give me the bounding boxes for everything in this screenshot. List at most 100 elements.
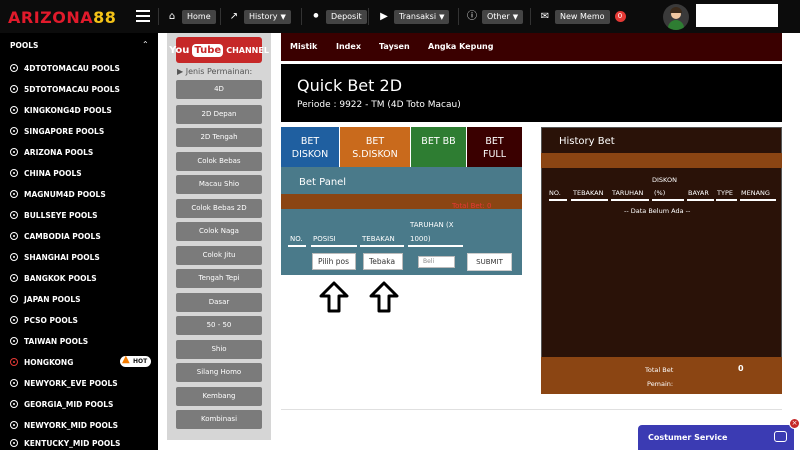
posisi-select[interactable]: Pilih pos [312, 253, 356, 270]
sidebar-header[interactable]: POOLS [10, 41, 38, 50]
subnav-index[interactable]: Index [336, 42, 361, 51]
nav-divider [368, 8, 369, 25]
tebakan-input[interactable]: Tebaka [363, 253, 403, 270]
sidebar-item-japan[interactable]: JAPAN POOLS [10, 292, 81, 306]
history-col-menang: MENANG [741, 189, 770, 197]
sidebar-item-bullseye[interactable]: BULLSEYE POOLS [10, 208, 97, 222]
history-title: History Bet [559, 136, 615, 147]
nav-history[interactable]: ↗ History ▼ [229, 9, 291, 24]
nav-other[interactable]: ⓘ Other ▼ [467, 9, 524, 24]
target-icon [10, 274, 18, 282]
sidebar-item-cambodia[interactable]: CAMBODIA POOLS [10, 229, 101, 243]
sidebar-item-newyork-mid[interactable]: NEWYORK_MID POOLS [10, 418, 118, 432]
game-button-colok-bebas-2d[interactable]: Colok Bebas 2D [176, 199, 262, 218]
sidebar-item-magnum4d[interactable]: MAGNUM4D POOLS [10, 187, 106, 201]
chat-icon[interactable] [774, 431, 787, 442]
nav-transaksi[interactable]: ▶ Transaksi ▼ [379, 9, 450, 24]
col-taruhan: TARUHAN (X [410, 221, 454, 229]
game-button-colok-jitu[interactable]: Colok Jitu [176, 246, 262, 265]
user-avatar[interactable] [663, 4, 689, 30]
subnav-taysen[interactable]: Taysen [379, 42, 410, 51]
game-button-kombinasi[interactable]: Kombinasi [176, 410, 262, 429]
col-no: NO. [290, 235, 303, 243]
customer-service-label[interactable]: Costumer Service [648, 433, 727, 442]
username-box[interactable] [696, 4, 778, 27]
target-icon [10, 316, 18, 324]
col-taruhan-unit: 1000) [410, 235, 431, 243]
game-button-50-50[interactable]: 50 - 50 [176, 316, 262, 335]
sidebar-item-pcso[interactable]: PCSO POOLS [10, 313, 78, 327]
nav-new-memo[interactable]: ✉ New Memo 0 [540, 9, 626, 24]
target-icon [10, 106, 18, 114]
sidebar-item-kentucky-mid[interactable]: KENTUCKY_MID POOLS [10, 436, 120, 450]
nav-divider [530, 8, 531, 25]
history-pemain-label: Pemain: [647, 380, 674, 388]
tab-bet-full[interactable]: BET FULL [467, 127, 522, 168]
game-button-shio[interactable]: Shio [176, 340, 262, 359]
history-col-taruhan: TARUHAN [612, 189, 644, 197]
nav-divider [301, 8, 302, 25]
caret-down-icon: ▼ [280, 12, 286, 21]
target-icon [10, 85, 18, 93]
game-button-colok-naga[interactable]: Colok Naga [176, 222, 262, 241]
nav-deposit[interactable]: ⚫ Deposit [311, 9, 367, 24]
periode-label: Periode : 9922 - TM (4D Toto Macau) [297, 100, 461, 110]
arrow-up-icon [319, 281, 349, 313]
game-button-kembang[interactable]: Kembang [176, 387, 262, 406]
sidebar-item-singapore[interactable]: SINGAPORE POOLS [10, 124, 104, 138]
sidebar-item-hongkong[interactable]: HONGKONG [10, 355, 73, 369]
beli-input[interactable]: Beli [418, 256, 455, 268]
history-total-bet-label: Total Bet [645, 366, 674, 374]
target-icon [10, 232, 18, 240]
chart-line-icon: ↗ [229, 10, 239, 22]
target-icon [10, 169, 18, 177]
target-icon [10, 148, 18, 156]
subnav-mistik[interactable]: Mistik [290, 42, 317, 51]
tab-bet-bb[interactable]: BET BB [411, 127, 466, 168]
sidebar-item-4dtotomacau[interactable]: 4DTOTOMACAU POOLS [10, 61, 120, 75]
chevron-up-icon[interactable]: ⌃ [142, 40, 149, 49]
close-icon[interactable]: × [789, 418, 800, 429]
memo-count-badge: 0 [614, 11, 626, 22]
tab-bet-s-diskon[interactable]: BET S.DISKON [340, 127, 410, 168]
sidebar-item-shanghai[interactable]: SHANGHAI POOLS [10, 250, 100, 264]
target-icon [10, 64, 18, 72]
site-logo[interactable]: ARIZONA88 [8, 8, 116, 27]
history-empty-message: -- Data Belum Ada -- [624, 207, 691, 215]
deposit-circle-icon: ⚫ [311, 10, 321, 22]
game-button-macau-shio[interactable]: Macau Shio [176, 175, 262, 194]
sidebar-item-newyork-eve[interactable]: NEWYORK_EVE POOLS [10, 376, 118, 390]
nav-home[interactable]: ⌂ Home [167, 9, 216, 24]
sidebar-item-china[interactable]: CHINA POOLS [10, 166, 82, 180]
sidebar-item-5dtotomacau[interactable]: 5DTOTOMACAU POOLS [10, 82, 120, 96]
bet-panel-total: Total Bet: 0 [452, 202, 492, 210]
target-icon [10, 211, 18, 219]
game-button-colok-bebas[interactable]: Colok Bebas [176, 152, 262, 171]
submit-button[interactable]: SUBMIT [467, 253, 512, 271]
subnav-angka-kepung[interactable]: Angka Kepung [428, 42, 493, 51]
game-button-silang-homo[interactable]: Silang Homo [176, 363, 262, 382]
sidebar-item-kingkong4d[interactable]: KINGKONG4D POOLS [10, 103, 112, 117]
caret-down-icon: ▼ [512, 12, 519, 21]
sidebar-item-bangkok[interactable]: BANGKOK POOLS [10, 271, 97, 285]
hamburger-menu-icon[interactable] [136, 10, 150, 22]
col-tebakan: TEBAKAN [362, 235, 395, 243]
target-icon [10, 253, 18, 261]
sidebar-item-arizona[interactable]: ARIZONA POOLS [10, 145, 93, 159]
tab-bet-diskon[interactable]: BET DISKON [281, 127, 339, 168]
history-col-diskon: DISKON [652, 176, 677, 184]
game-button-2d-depan[interactable]: 2D Depan [176, 105, 262, 124]
target-icon [10, 127, 18, 135]
game-button-dasar[interactable]: Dasar [176, 293, 262, 312]
youtube-channel-button[interactable]: You Tube CHANNEL [169, 37, 269, 63]
col-posisi: POSISI [313, 235, 336, 243]
history-strip [541, 153, 782, 168]
sidebar-item-taiwan[interactable]: TAIWAN POOLS [10, 334, 88, 348]
game-button-2d-tengah[interactable]: 2D Tengah [176, 128, 262, 147]
game-button-4d[interactable]: 4D [176, 80, 262, 99]
game-button-tengah-tepi[interactable]: Tengah Tepi [176, 269, 262, 288]
play-icon: ▶ [380, 10, 388, 22]
page-title: Quick Bet 2D [297, 76, 403, 95]
info-icon: ⓘ [467, 10, 477, 22]
sidebar-item-georgia-mid[interactable]: GEORGIA_MID POOLS [10, 397, 113, 411]
